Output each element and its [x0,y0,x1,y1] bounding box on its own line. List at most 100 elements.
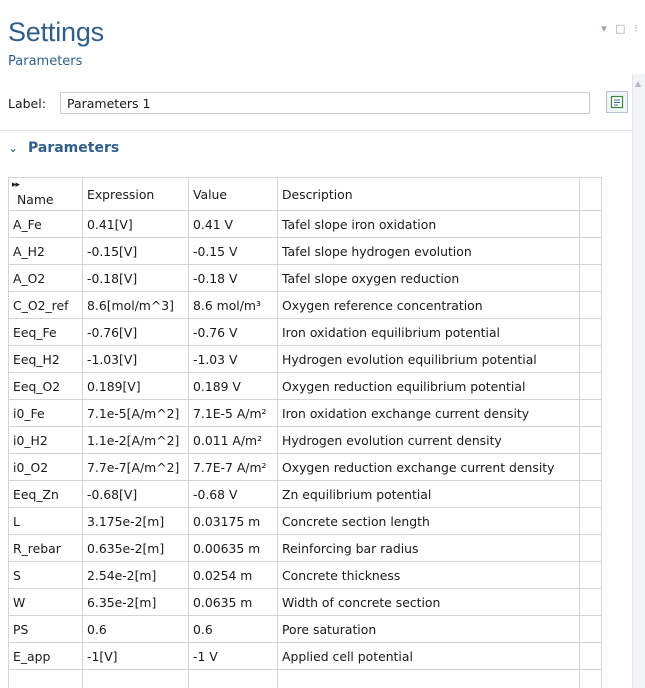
cell-extra [579,318,602,346]
table-row[interactable]: i0_H2 1.1e-2[A/m^2] 0.011 A/m² Hydrogen evo… [8,426,602,454]
cell-expression[interactable]: 1.1e-2[A/m^2] [82,426,189,454]
cell-description[interactable]: Oxygen reduction equilibrium potential [277,372,580,400]
cell-description[interactable]: Applied cell potential [277,642,580,670]
table-row[interactable]: i0_Fe 7.1e-5[A/m^2] 7.1E-5 A/m² Iron oxidat… [8,399,602,427]
cell-name[interactable]: L [8,507,83,535]
cell-extra [579,588,602,616]
table-row[interactable]: R_rebar 0.635e-2[m] 0.00635 m Reinforcing b… [8,534,602,562]
table-row[interactable]: A_H2 -0.15[V] -0.15 V Tafel slope hydrogen … [8,237,602,265]
cell-expression[interactable]: 2.54e-2[m] [82,561,189,589]
cell-value: 7.1E-5 A/m² [188,399,278,427]
cell-description[interactable]: Tafel slope iron oxidation [277,210,580,238]
table-row[interactable]: E_app -1[V] -1 V Applied cell potential [8,642,602,670]
cell-name[interactable]: A_H2 [8,237,83,265]
cell-description[interactable] [277,669,580,688]
cell-name[interactable]: i0_H2 [8,426,83,454]
cell-description[interactable]: Concrete thickness [277,561,580,589]
cell-expression[interactable]: 0.41[V] [82,210,189,238]
cell-extra [579,210,602,238]
cell-name[interactable]: A_Fe [8,210,83,238]
cell-description[interactable]: Tafel slope hydrogen evolution [277,237,580,265]
cell-name[interactable]: i0_O2 [8,453,83,481]
cell-expression[interactable]: -1[V] [82,642,189,670]
cell-expression[interactable]: -0.15[V] [82,237,189,265]
cell-expression[interactable]: 0.635e-2[m] [82,534,189,562]
table-row[interactable]: S 2.54e-2[m] 0.0254 m Concrete thickness [8,561,602,589]
column-header-value[interactable]: Value [188,177,278,211]
cell-expression[interactable]: 0.189[V] [82,372,189,400]
cell-name[interactable]: Eeq_H2 [8,345,83,373]
table-header-row: ▸▸ Name Expression Value Description [8,177,602,211]
label-caption: Label: [8,95,46,111]
cell-expression[interactable]: 0.6 [82,615,189,643]
cell-description[interactable]: Width of concrete section [277,588,580,616]
table-row[interactable] [8,669,602,688]
table-row[interactable]: C_O2_ref 8.6[mol/m^3] 8.6 mol/m³ Oxygen ref… [8,291,602,319]
scroll-up-icon[interactable]: ▲ [635,79,641,88]
cell-description[interactable]: Hydrogen evolution equilibrium potential [277,345,580,373]
table-row[interactable]: i0_O2 7.7e-7[A/m^2] 7.7E-7 A/m² Oxygen redu… [8,453,602,481]
cell-value: -0.18 V [188,264,278,292]
cell-description[interactable]: Zn equilibrium potential [277,480,580,508]
cell-expression[interactable]: -1.03[V] [82,345,189,373]
dropdown-icon[interactable]: ▾ [599,22,609,35]
cell-description[interactable]: Reinforcing bar radius [277,534,580,562]
cell-expression[interactable]: 7.7e-7[A/m^2] [82,453,189,481]
restore-icon[interactable]: □ [615,22,625,35]
cell-expression[interactable]: -0.18[V] [82,264,189,292]
label-settings-button[interactable] [606,91,628,113]
cell-name[interactable]: C_O2_ref [8,291,83,319]
table-row[interactable]: Eeq_H2 -1.03[V] -1.03 V Hydrogen evolution … [8,345,602,373]
cell-expression[interactable]: 3.175e-2[m] [82,507,189,535]
expand-columns-icon[interactable]: ▸▸ [12,180,20,190]
table-row[interactable]: PS 0.6 0.6 Pore saturation [8,615,602,643]
cell-value [188,669,278,688]
cell-expression[interactable]: -0.68[V] [82,480,189,508]
cell-extra [579,507,602,535]
vertical-scrollbar[interactable] [632,74,645,688]
cell-expression[interactable]: 6.35e-2[m] [82,588,189,616]
table-row[interactable]: Eeq_Fe -0.76[V] -0.76 V Iron oxidation equi… [8,318,602,346]
cell-name[interactable]: Eeq_Zn [8,480,83,508]
cell-name[interactable]: Eeq_O2 [8,372,83,400]
cell-value: -0.15 V [188,237,278,265]
cell-expression[interactable]: 7.1e-5[A/m^2] [82,399,189,427]
label-input[interactable] [60,92,590,114]
cell-description[interactable]: Concrete section length [277,507,580,535]
cell-description[interactable]: Oxygen reduction exchange current densit… [277,453,580,481]
cell-name[interactable]: A_O2 [8,264,83,292]
column-header-expression[interactable]: Expression [82,177,189,211]
cell-value: 0.0635 m [188,588,278,616]
cell-description[interactable]: Oxygen reference concentration [277,291,580,319]
table-row[interactable]: Eeq_Zn -0.68[V] -0.68 V Zn equilibrium pote… [8,480,602,508]
cell-name[interactable]: W [8,588,83,616]
column-header-description[interactable]: Description [277,177,580,211]
column-header-name[interactable]: ▸▸ Name [8,177,83,211]
table-row[interactable]: A_Fe 0.41[V] 0.41 V Tafel slope iron oxidat… [8,210,602,238]
cell-description[interactable]: Iron oxidation exchange current density [277,399,580,427]
cell-name[interactable]: E_app [8,642,83,670]
cell-name[interactable]: S [8,561,83,589]
more-icon[interactable]: ⁝ [631,22,641,35]
table-row[interactable]: L 3.175e-2[m] 0.03175 m Concrete section le… [8,507,602,535]
cell-description[interactable]: Pore saturation [277,615,580,643]
cell-name[interactable]: PS [8,615,83,643]
cell-name[interactable]: i0_Fe [8,399,83,427]
cell-description[interactable]: Hydrogen evolution current density [277,426,580,454]
table-row[interactable]: W 6.35e-2[m] 0.0635 m Width of concrete sec… [8,588,602,616]
table-row[interactable]: Eeq_O2 0.189[V] 0.189 V Oxygen reduction eq… [8,372,602,400]
cell-value: 0.011 A/m² [188,426,278,454]
cell-description[interactable]: Iron oxidation equilibrium potential [277,318,580,346]
cell-name[interactable]: Eeq_Fe [8,318,83,346]
parameters-table-container: ▸▸ Name Expression Value Description A_F… [8,177,628,688]
cell-extra [579,426,602,454]
parameters-section-header[interactable]: ⌄ Parameters [8,138,119,158]
cell-description[interactable]: Tafel slope oxygen reduction [277,264,580,292]
cell-name[interactable] [8,669,83,688]
cell-expression[interactable] [82,669,189,688]
parameters-table: ▸▸ Name Expression Value Description A_F… [8,177,602,688]
cell-name[interactable]: R_rebar [8,534,83,562]
table-row[interactable]: A_O2 -0.18[V] -0.18 V Tafel slope oxygen re… [8,264,602,292]
cell-expression[interactable]: 8.6[mol/m^3] [82,291,189,319]
cell-expression[interactable]: -0.76[V] [82,318,189,346]
